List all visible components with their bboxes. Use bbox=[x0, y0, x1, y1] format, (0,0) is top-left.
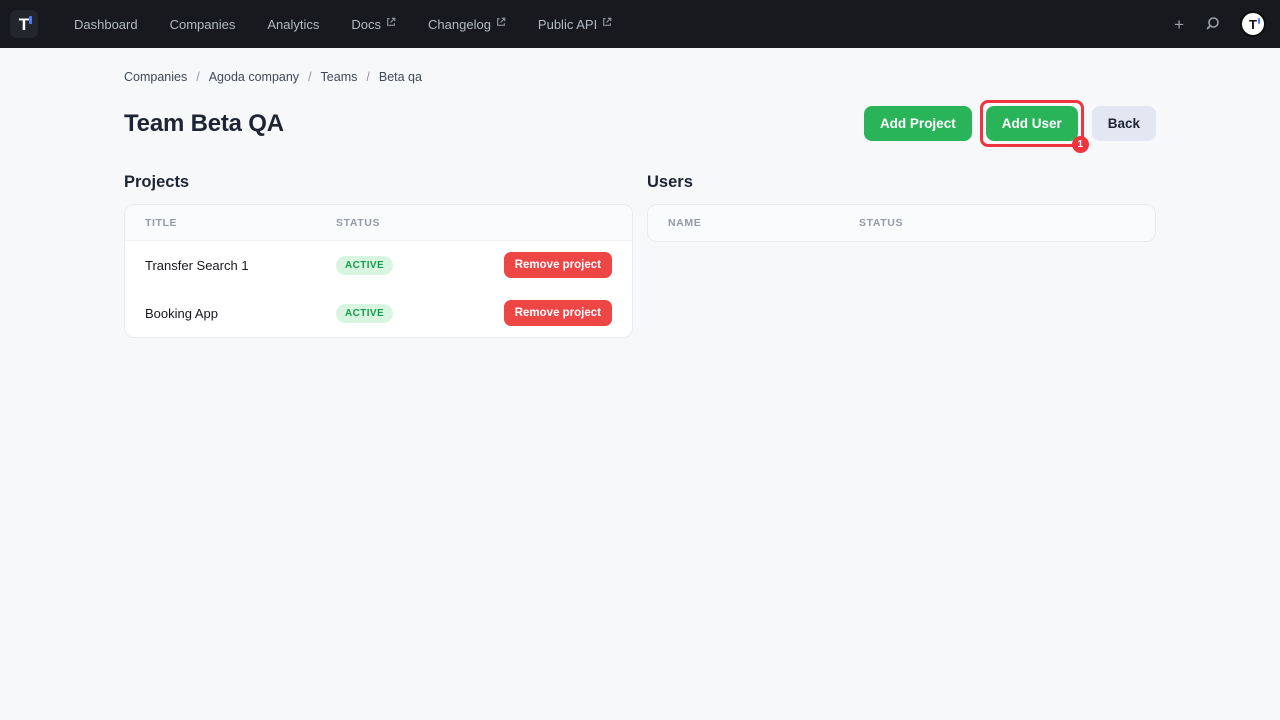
nav-item-label: Companies bbox=[170, 17, 236, 32]
app-logo[interactable]: T bbox=[10, 10, 38, 38]
annotation-highlight-box: Add User 1 bbox=[980, 100, 1084, 147]
nav-item-companies[interactable]: Companies bbox=[170, 17, 236, 32]
project-action-cell: Remove project bbox=[504, 300, 632, 326]
nav-item-label: Docs bbox=[351, 17, 381, 32]
users-table-header: Name Status bbox=[648, 205, 1155, 241]
breadcrumb-separator: / bbox=[308, 70, 311, 84]
external-link-icon bbox=[496, 17, 506, 27]
projects-column-title: Title bbox=[125, 217, 336, 229]
project-status-cell: ACTIVE bbox=[336, 255, 504, 275]
content-columns: Projects Title Status Transfer Search 1 … bbox=[124, 173, 1156, 338]
page-title: Team Beta QA bbox=[124, 110, 284, 138]
avatar-accent bbox=[1258, 18, 1260, 24]
projects-section: Projects Title Status Transfer Search 1 … bbox=[124, 173, 633, 338]
projects-table-header: Title Status bbox=[125, 205, 632, 241]
project-title: Booking App bbox=[125, 306, 336, 321]
users-section: Users Name Status bbox=[647, 173, 1156, 338]
page-content: Companies / Agoda company / Teams / Beta… bbox=[124, 70, 1156, 338]
breadcrumb-companies[interactable]: Companies bbox=[124, 70, 187, 84]
projects-table: Title Status Transfer Search 1 ACTIVE Re… bbox=[124, 204, 633, 338]
nav-item-label: Changelog bbox=[428, 17, 491, 32]
project-action-cell: Remove project bbox=[504, 252, 632, 278]
page-actions: Add Project Add User 1 Back bbox=[864, 100, 1156, 147]
project-title: Transfer Search 1 bbox=[125, 258, 336, 273]
title-row: Team Beta QA Add Project Add User 1 Back bbox=[124, 100, 1156, 147]
table-row: Transfer Search 1 ACTIVE Remove project bbox=[125, 241, 632, 289]
status-badge: ACTIVE bbox=[336, 304, 393, 323]
search-icon[interactable] bbox=[1204, 16, 1220, 32]
remove-project-button[interactable]: Remove project bbox=[504, 252, 612, 278]
projects-column-status: Status bbox=[336, 217, 632, 229]
nav-item-label: Dashboard bbox=[74, 17, 138, 32]
users-table: Name Status bbox=[647, 204, 1156, 242]
table-row: Booking App ACTIVE Remove project bbox=[125, 289, 632, 337]
nav-item-public-api[interactable]: Public API bbox=[538, 17, 612, 32]
external-link-icon bbox=[386, 17, 396, 27]
back-button[interactable]: Back bbox=[1092, 106, 1156, 141]
users-heading: Users bbox=[647, 173, 1156, 192]
annotation-step-badge: 1 bbox=[1072, 136, 1089, 153]
nav-item-docs[interactable]: Docs bbox=[351, 17, 396, 32]
add-project-button[interactable]: Add Project bbox=[864, 106, 972, 141]
external-link-icon bbox=[602, 17, 612, 27]
main-nav: Dashboard Companies Analytics Docs Chang… bbox=[74, 17, 612, 32]
logo-accent bbox=[29, 16, 32, 24]
plus-icon[interactable]: + bbox=[1174, 16, 1184, 33]
user-avatar[interactable]: T bbox=[1240, 11, 1266, 37]
nav-item-analytics[interactable]: Analytics bbox=[267, 17, 319, 32]
projects-heading: Projects bbox=[124, 173, 633, 192]
nav-item-label: Public API bbox=[538, 17, 597, 32]
nav-item-dashboard[interactable]: Dashboard bbox=[74, 17, 138, 32]
project-status-cell: ACTIVE bbox=[336, 303, 504, 323]
logo-letter: T bbox=[19, 16, 29, 33]
remove-project-button[interactable]: Remove project bbox=[504, 300, 612, 326]
navbar-right: + T bbox=[1174, 11, 1266, 37]
breadcrumb-separator: / bbox=[366, 70, 369, 84]
users-column-status: Status bbox=[859, 217, 1155, 229]
breadcrumb-separator: / bbox=[196, 70, 199, 84]
nav-item-label: Analytics bbox=[267, 17, 319, 32]
avatar-letter: T bbox=[1249, 18, 1257, 31]
users-column-name: Name bbox=[648, 217, 859, 229]
breadcrumb-agoda-company[interactable]: Agoda company bbox=[209, 70, 299, 84]
breadcrumb-beta-qa[interactable]: Beta qa bbox=[379, 70, 422, 84]
nav-item-changelog[interactable]: Changelog bbox=[428, 17, 506, 32]
breadcrumb-teams[interactable]: Teams bbox=[321, 70, 358, 84]
top-navbar: T Dashboard Companies Analytics Docs Cha… bbox=[0, 0, 1280, 48]
add-user-button[interactable]: Add User bbox=[986, 106, 1078, 141]
status-badge: ACTIVE bbox=[336, 256, 393, 275]
breadcrumb: Companies / Agoda company / Teams / Beta… bbox=[124, 70, 1156, 84]
